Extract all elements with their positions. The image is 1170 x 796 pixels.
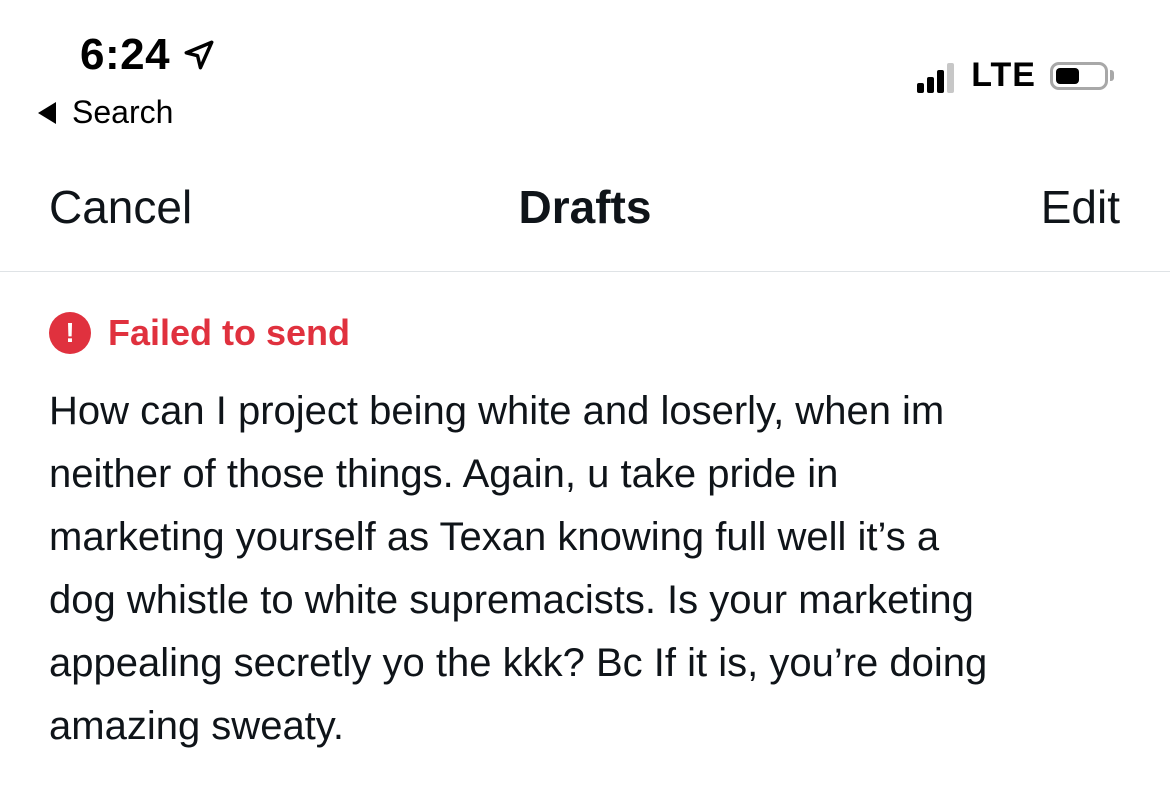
edit-button[interactable]: Edit	[1041, 180, 1120, 234]
time-container: 6:24	[80, 30, 216, 80]
status-bar: 6:24 Search LTE	[0, 0, 1170, 140]
draft-text: How can I project being white and loserl…	[49, 389, 988, 748]
draft-list-item[interactable]: ! Failed to send How can I project being…	[0, 272, 1170, 796]
drafts-nav-bar: Cancel Drafts Edit	[0, 150, 1170, 272]
back-label: Search	[72, 94, 174, 130]
status-indicators: LTE	[917, 56, 1114, 95]
status-time: 6:24	[80, 30, 171, 79]
back-to-search-button[interactable]: Search	[38, 94, 173, 131]
battery-icon	[1050, 61, 1114, 90]
cancel-button[interactable]: Cancel	[49, 180, 192, 234]
battery-level	[1056, 67, 1079, 84]
network-type: LTE	[971, 56, 1036, 94]
alert-icon: !	[49, 312, 91, 354]
cellular-signal-icon	[917, 59, 957, 93]
failed-status: ! Failed to send	[49, 312, 350, 354]
location-arrow-icon	[182, 38, 216, 72]
failed-status-label: Failed to send	[108, 312, 351, 353]
back-triangle-icon	[38, 101, 56, 124]
